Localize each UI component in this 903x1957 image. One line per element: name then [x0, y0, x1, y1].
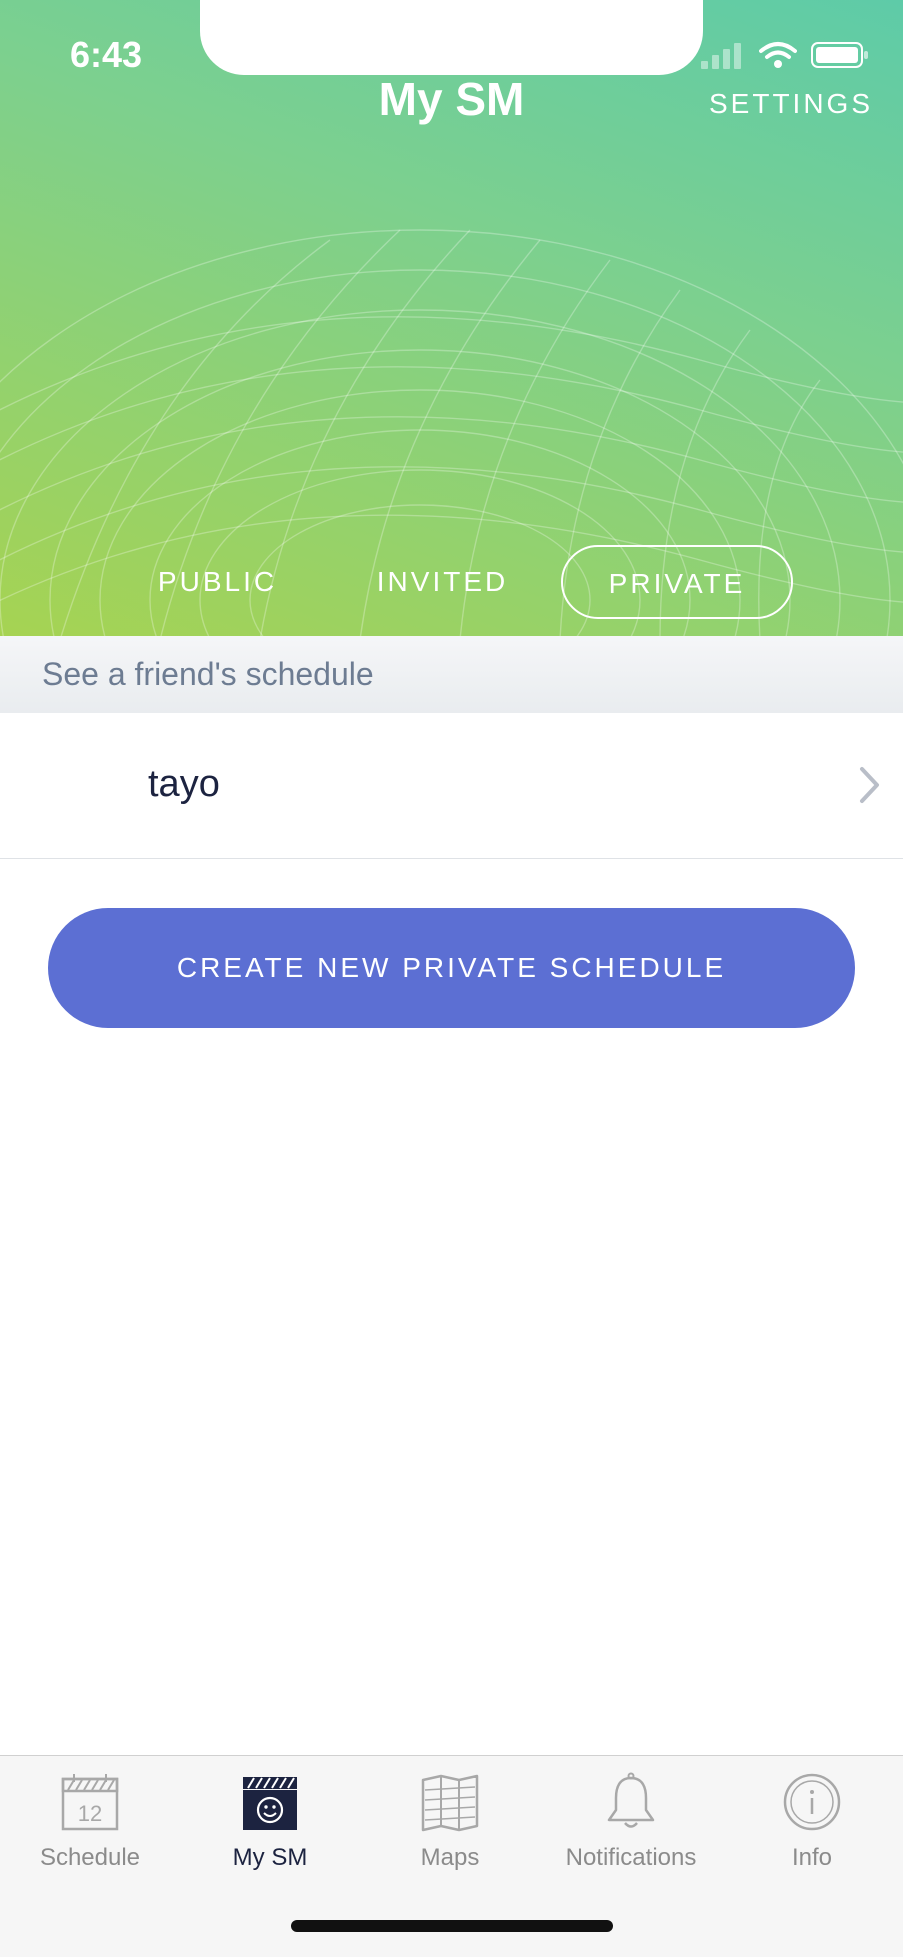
status-icons: [701, 38, 869, 72]
tab-label: Maps: [420, 1844, 480, 1871]
calendar-day-text: 12: [78, 1801, 102, 1826]
cellular-signal-icon: [701, 43, 741, 69]
tab-info[interactable]: Info: [742, 1772, 882, 1892]
tab-invited[interactable]: INVITED: [360, 545, 525, 619]
status-time: 6:43: [70, 34, 143, 75]
create-private-schedule-button[interactable]: CREATE NEW PRIVATE SCHEDULE: [48, 908, 855, 1028]
list-item[interactable]: tayo: [0, 713, 903, 859]
schedule-name: tayo: [148, 763, 220, 805]
home-indicator[interactable]: [291, 1920, 613, 1932]
my-schedule-icon: [243, 1777, 297, 1830]
device-notch: [200, 0, 703, 75]
header-banner: 6:43 My SM SETTINGS PUBLIC INVITED PRIVA…: [0, 0, 903, 636]
tab-label: Notifications: [565, 1844, 697, 1871]
tab-schedule[interactable]: 12 Schedule: [20, 1772, 160, 1892]
tab-private[interactable]: PRIVATE: [561, 545, 793, 619]
wifi-icon: [759, 42, 797, 68]
info-icon: [783, 1773, 841, 1831]
tab-label: Schedule: [39, 1844, 141, 1871]
settings-button[interactable]: SETTINGS: [709, 88, 873, 120]
chevron-right-icon: [860, 767, 879, 803]
tab-label: Info: [791, 1844, 833, 1871]
tab-notifications[interactable]: Notifications: [547, 1772, 715, 1892]
calendar-icon: 12: [61, 1774, 119, 1831]
section-title: See a friend's schedule: [42, 656, 374, 692]
battery-icon: [811, 42, 868, 68]
bell-icon: [607, 1772, 655, 1828]
map-icon: [421, 1774, 479, 1832]
tab-label: My SM: [232, 1844, 308, 1871]
tab-public[interactable]: PUBLIC: [140, 545, 295, 619]
tab-maps[interactable]: Maps: [380, 1772, 520, 1892]
tab-my-sm[interactable]: My SM: [200, 1772, 340, 1892]
section-header: See a friend's schedule: [0, 636, 903, 713]
